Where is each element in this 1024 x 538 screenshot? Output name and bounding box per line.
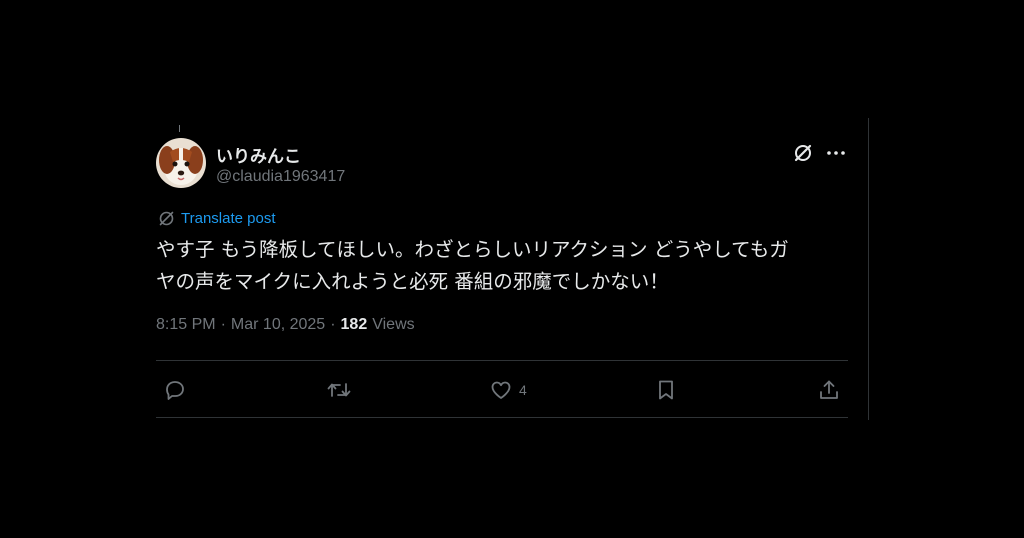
user-handle[interactable]: @claudia1963417 bbox=[216, 168, 345, 186]
bookmark-icon bbox=[659, 380, 673, 400]
post-card: いりみんこ @claudia1963417 Translate post やす子… bbox=[156, 138, 848, 420]
translate-post-label: Translate post bbox=[181, 210, 276, 227]
repost-button[interactable] bbox=[326, 376, 358, 404]
post-text: やす子 もう降板してほしい。わざとらしいリアクション どうやしてもガ ヤの声をマ… bbox=[156, 234, 848, 298]
display-name[interactable]: いりみんこ bbox=[216, 142, 301, 167]
post-date[interactable]: Mar 10, 2025 bbox=[231, 316, 325, 334]
action-bar: 4 bbox=[156, 376, 848, 404]
heart-icon bbox=[491, 381, 511, 399]
divider-bottom bbox=[156, 417, 848, 418]
like-button[interactable]: 4 bbox=[489, 376, 527, 404]
views-label: Views bbox=[372, 316, 415, 333]
divider-top bbox=[156, 360, 848, 361]
post-text-line: やす子 もう降板してほしい。わざとらしいリアクション どうやしてもガ bbox=[156, 238, 789, 261]
repost-icon bbox=[327, 383, 351, 397]
thread-connector bbox=[179, 125, 180, 132]
grok-icon bbox=[794, 144, 812, 162]
post-time[interactable]: 8:15 PM bbox=[156, 316, 216, 334]
views-count: 182 bbox=[340, 316, 368, 333]
reply-button[interactable] bbox=[163, 376, 193, 404]
avatar[interactable] bbox=[156, 138, 206, 188]
reply-icon bbox=[166, 381, 184, 400]
post-text-line: ヤの声をマイクに入れようと必死 番組の邪魔でしかない！ bbox=[156, 270, 669, 293]
more-options-button[interactable] bbox=[824, 142, 848, 164]
meta-separator: · bbox=[220, 316, 226, 333]
meta-separator: · bbox=[330, 316, 336, 333]
post-meta: 8:15 PM · Mar 10, 2025 · 182 Views bbox=[156, 316, 415, 334]
more-horizontal-icon bbox=[827, 151, 845, 155]
share-button[interactable] bbox=[817, 376, 847, 404]
column-border bbox=[868, 118, 869, 420]
translate-post-link[interactable]: Translate post bbox=[158, 210, 276, 227]
like-count: 4 bbox=[519, 382, 527, 398]
bookmark-button[interactable] bbox=[654, 376, 684, 404]
grok-button[interactable] bbox=[792, 142, 814, 164]
translate-globe-icon bbox=[159, 211, 174, 226]
share-icon bbox=[820, 380, 838, 399]
avatar-dog-image bbox=[156, 138, 206, 188]
